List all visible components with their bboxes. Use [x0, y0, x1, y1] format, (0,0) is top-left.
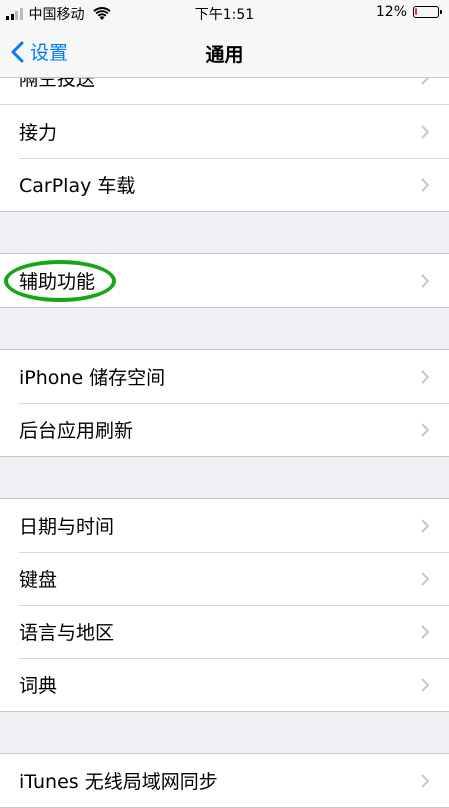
chevron-right-icon: [421, 369, 429, 384]
list-item-label: 语言与地区: [19, 622, 115, 644]
list-item-label: iPhone 储存空间: [19, 367, 166, 389]
chevron-right-icon: [421, 677, 429, 692]
list-item-label: 辅助功能: [19, 271, 96, 293]
list-item-label: iTunes 无线局域网同步: [19, 771, 218, 793]
list-item-keyboard[interactable]: 键盘: [0, 552, 449, 605]
list-item-itunes-wifi-sync[interactable]: iTunes 无线局域网同步: [0, 754, 449, 807]
list-item-iphone-storage[interactable]: iPhone 储存空间: [0, 350, 449, 403]
chevron-right-icon: [421, 422, 429, 437]
settings-list[interactable]: 隔空投送 接力 CarPlay 车载 辅助功能 iPhone 储存空间 后台应用…: [0, 78, 449, 808]
status-right: 12%: [375, 4, 442, 20]
list-item-date-time[interactable]: 日期与时间: [0, 499, 449, 552]
list-item-accessibility[interactable]: 辅助功能: [0, 254, 449, 307]
list-item-label: 接力: [19, 122, 58, 144]
battery-icon: [413, 6, 442, 18]
status-bar: 中国移动 下午1:51 12%: [0, 0, 449, 28]
chevron-right-icon: [421, 78, 429, 85]
clipped-row-container: 隔空投送: [0, 78, 449, 104]
list-item-carplay[interactable]: CarPlay 车载: [0, 158, 449, 211]
list-item-label: CarPlay 车载: [19, 175, 136, 197]
chevron-right-icon: [421, 124, 429, 139]
battery-percentage: 12%: [375, 4, 407, 20]
battery-level: [415, 8, 417, 15]
chevron-right-icon: [421, 518, 429, 533]
list-item-language-region[interactable]: 语言与地区: [0, 605, 449, 658]
navigation-bar: 设置 通用: [0, 28, 449, 78]
settings-group-sharing: 隔空投送 接力 CarPlay 车载: [0, 78, 449, 212]
settings-group-storage: iPhone 储存空间 后台应用刷新: [0, 349, 449, 457]
list-item-label: 后台应用刷新: [19, 420, 134, 442]
list-item-airdrop[interactable]: 隔空投送: [0, 78, 449, 104]
chevron-right-icon: [421, 273, 429, 288]
chevron-right-icon: [421, 571, 429, 586]
settings-group-region: 日期与时间 键盘 语言与地区 词典: [0, 498, 449, 712]
list-item-dictionary[interactable]: 词典: [0, 658, 449, 711]
list-item-background-refresh[interactable]: 后台应用刷新: [0, 403, 449, 456]
chevron-right-icon: [421, 773, 429, 788]
list-item-label: 键盘: [19, 569, 58, 591]
settings-group-accessibility: 辅助功能: [0, 253, 449, 308]
page-title: 通用: [205, 44, 244, 66]
chevron-right-icon: [421, 624, 429, 639]
chevron-right-icon: [421, 177, 429, 192]
list-item-label: 隔空投送: [19, 78, 96, 90]
list-item-label: 日期与时间: [19, 516, 115, 538]
list-item-label: 词典: [19, 675, 58, 697]
list-item-handoff[interactable]: 接力: [0, 104, 449, 158]
